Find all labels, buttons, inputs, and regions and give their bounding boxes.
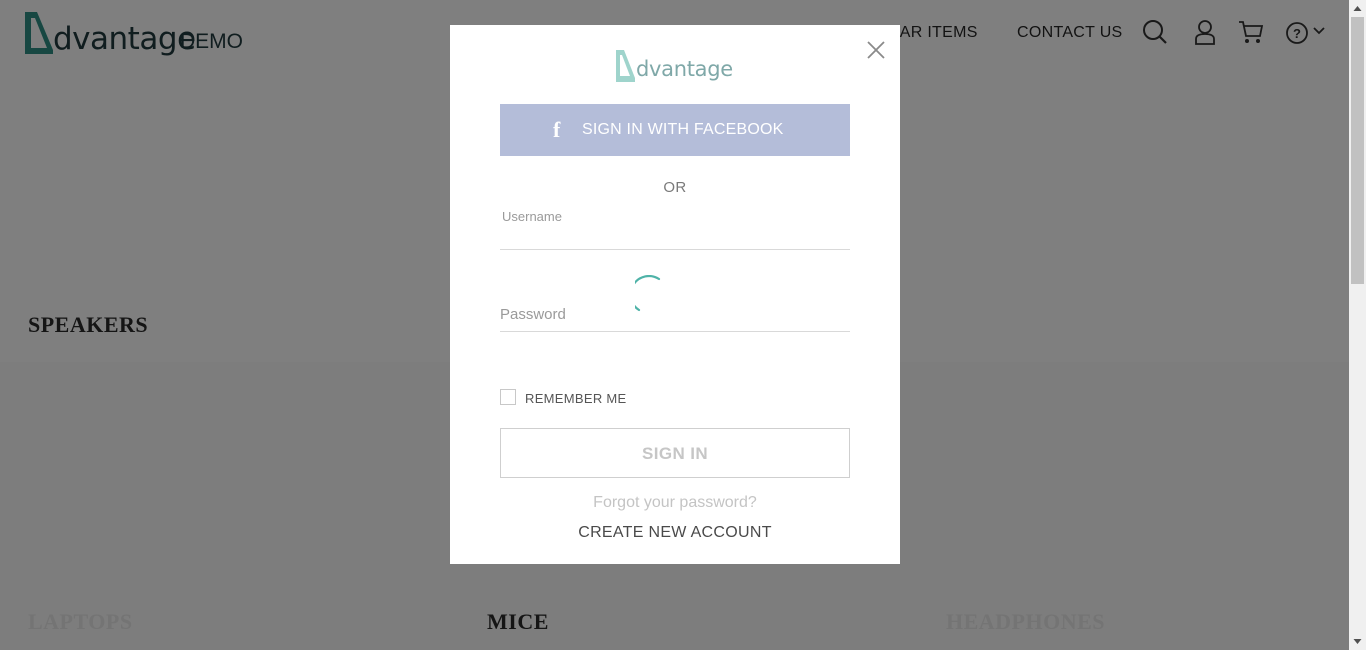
or-divider: OR xyxy=(663,179,687,196)
remember-me-checkbox[interactable] xyxy=(500,389,516,405)
advantage-logo-mark xyxy=(616,50,635,82)
signin-button-label: SIGN IN xyxy=(641,444,709,463)
scroll-down-arrow-icon[interactable] xyxy=(1349,633,1366,650)
create-account-link[interactable]: CREATE NEW ACCOUNT xyxy=(450,524,900,542)
password-field: Password xyxy=(500,304,850,334)
username-field: Username xyxy=(500,207,850,251)
close-icon[interactable] xyxy=(865,39,887,61)
page-scrollbar[interactable] xyxy=(1349,0,1366,650)
username-underline xyxy=(500,249,850,250)
password-underline xyxy=(500,331,850,332)
remember-me-label[interactable]: REMEMBER ME xyxy=(525,391,627,406)
scroll-up-arrow-icon[interactable] xyxy=(1349,0,1366,17)
facebook-signin-button[interactable]: f SIGN IN WITH FACEBOOK xyxy=(500,104,850,156)
password-input[interactable] xyxy=(500,306,850,326)
username-label: Username xyxy=(502,209,562,224)
username-input[interactable] xyxy=(500,227,850,247)
modal-logo-wordmark: dvantage xyxy=(636,57,733,81)
forgot-password-link[interactable]: Forgot your password? xyxy=(450,494,900,512)
facebook-icon: f xyxy=(553,117,561,142)
scrollbar-thumb[interactable] xyxy=(1351,17,1364,284)
facebook-signin-label: SIGN IN WITH FACEBOOK xyxy=(582,121,784,138)
login-modal: dvantage f SIGN IN WITH FACEBOOK OR User… xyxy=(450,25,900,564)
signin-button[interactable]: SIGN IN xyxy=(500,428,850,478)
